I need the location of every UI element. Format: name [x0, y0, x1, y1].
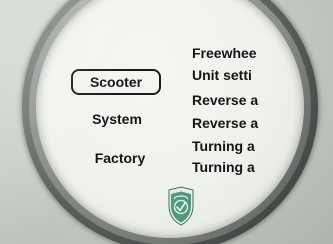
menu-item-scooter[interactable]: Scooter: [71, 69, 161, 95]
option-item-reverse-2[interactable]: Reverse a: [192, 115, 282, 131]
menu-item-system[interactable]: System: [82, 110, 152, 128]
option-item-turning-2[interactable]: Turning a: [192, 159, 282, 175]
menu-item-factory[interactable]: Factory: [82, 149, 158, 167]
option-item-unit-settings[interactable]: Unit setti: [192, 67, 282, 83]
option-item-reverse-1[interactable]: Reverse a: [192, 92, 282, 108]
option-item-freewheel[interactable]: Freewhee: [192, 45, 282, 61]
device-photo: Scooter System Factory Freewhee Unit set…: [0, 0, 333, 244]
shield-logo-icon: [168, 186, 194, 226]
option-item-turning-1[interactable]: Turning a: [192, 138, 282, 154]
